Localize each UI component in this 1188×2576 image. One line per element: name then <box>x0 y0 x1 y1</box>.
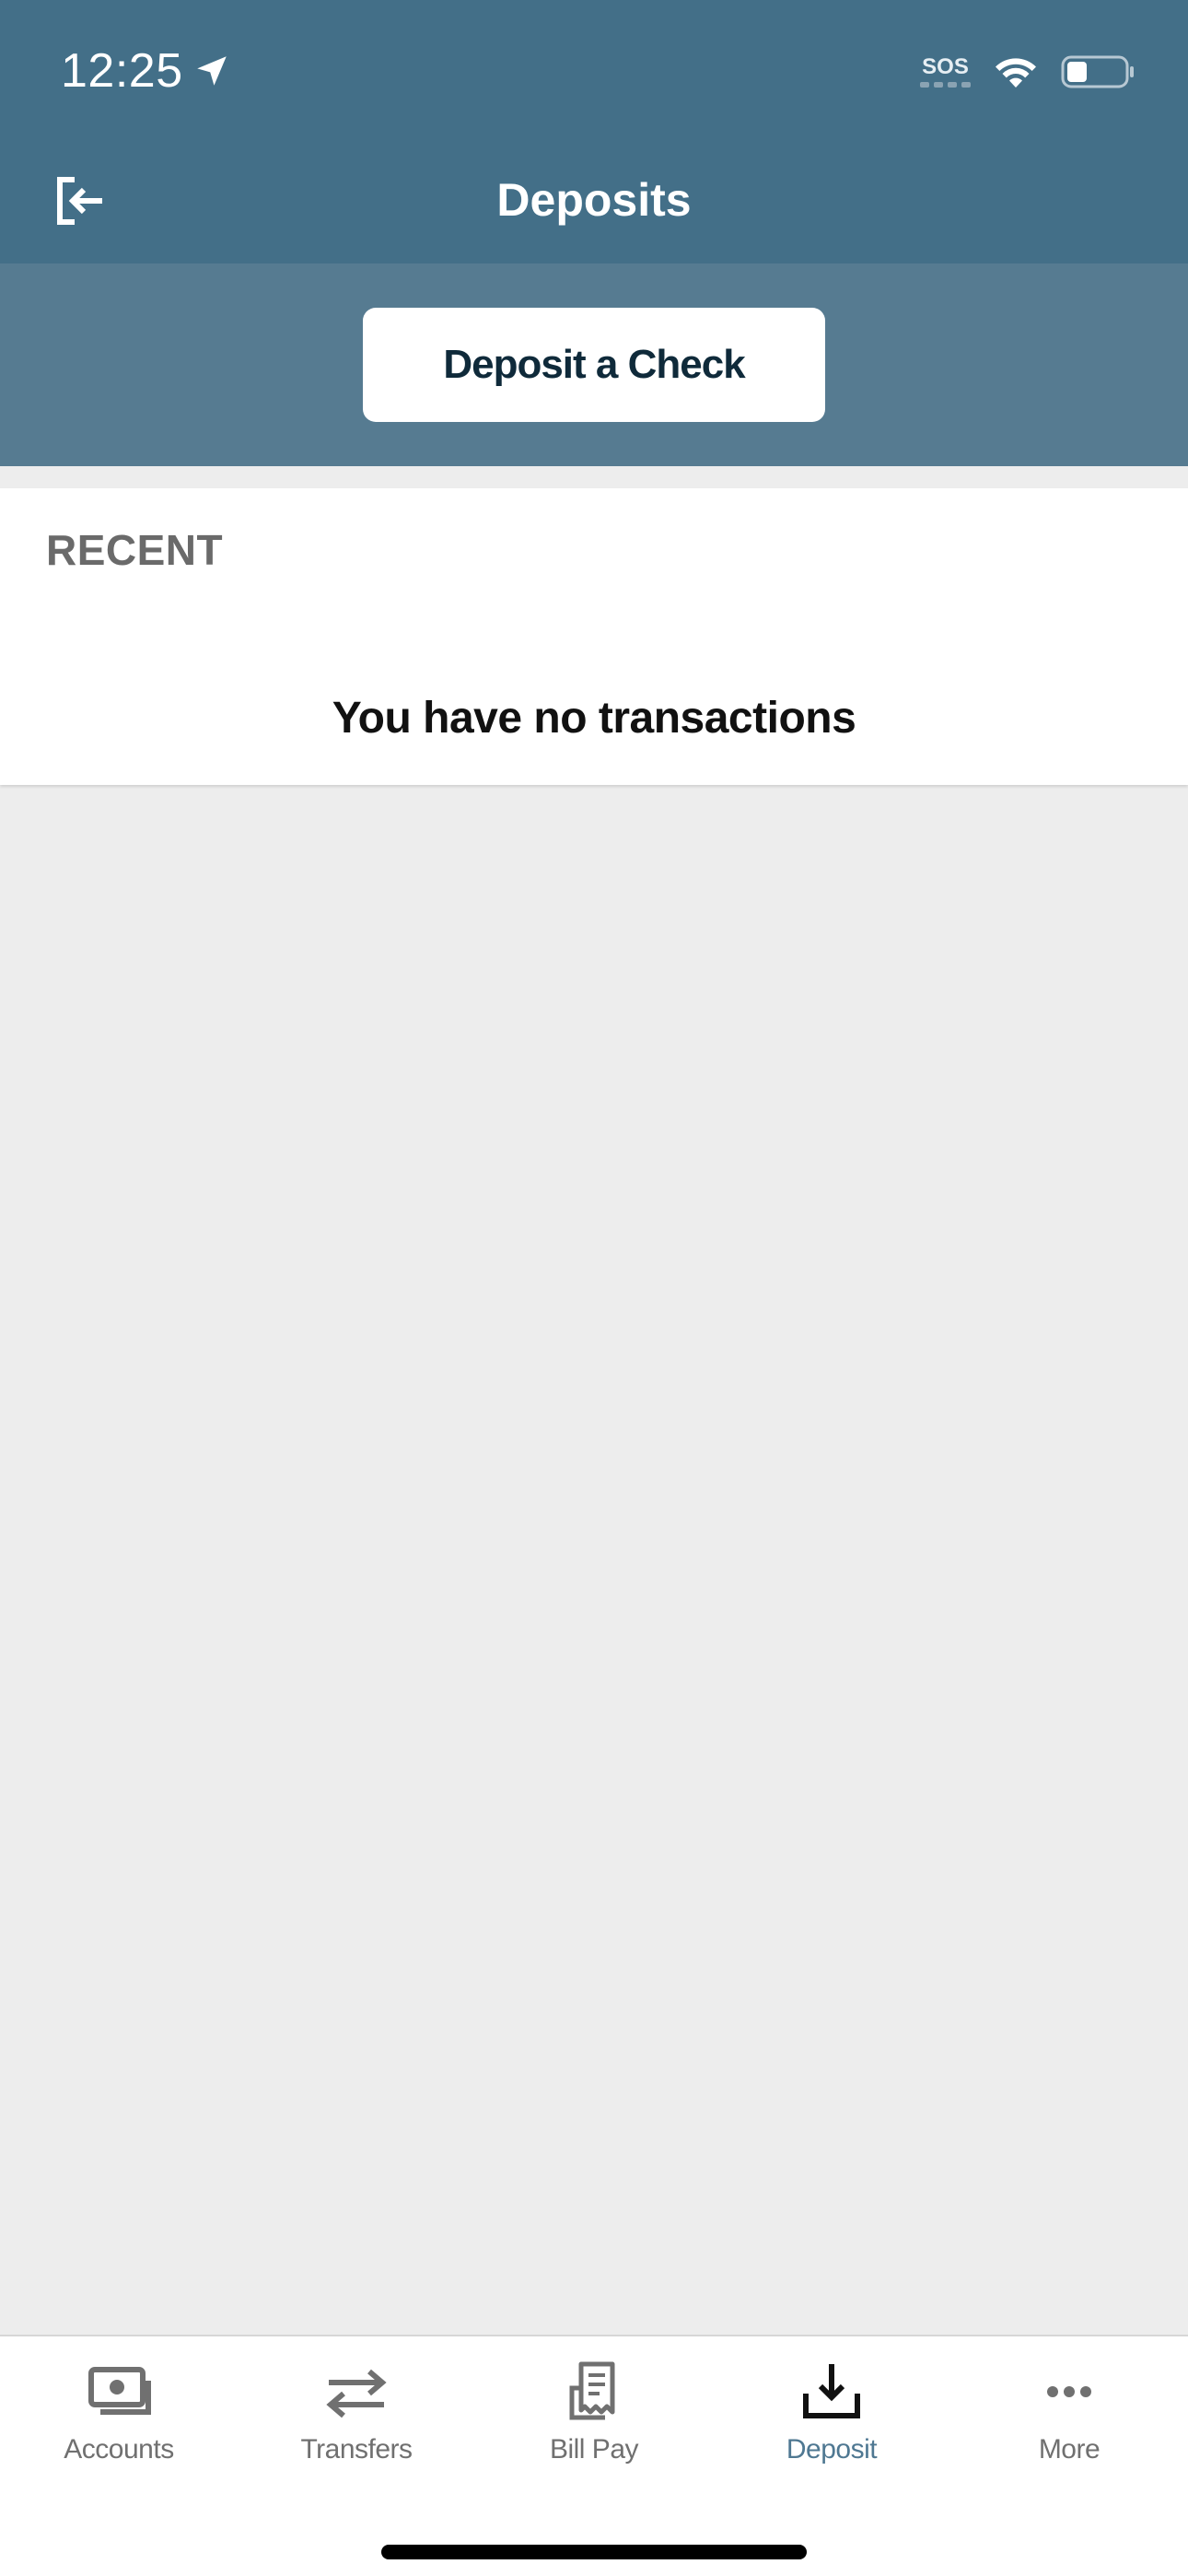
recent-heading: RECENT <box>46 526 224 574</box>
accounts-icon <box>88 2367 151 2415</box>
tab-bill-pay[interactable]: Bill Pay <box>475 2336 713 2475</box>
action-band: Deposit a Check <box>0 263 1188 466</box>
tab-transfers[interactable]: Transfers <box>238 2336 475 2475</box>
tab-label: More <box>1038 2434 1101 2465</box>
wifi-icon <box>996 58 1036 88</box>
sos-indicator: SOS <box>920 56 971 88</box>
tab-accounts[interactable]: Accounts <box>0 2336 238 2475</box>
deposit-check-button[interactable]: Deposit a Check <box>363 308 825 422</box>
tab-more[interactable]: More <box>950 2336 1188 2475</box>
status-bar: 12:25 SOS <box>0 0 1188 138</box>
app-header: 12:25 SOS Deposits <box>0 0 1188 263</box>
tab-label: Transfers <box>300 2434 413 2465</box>
bill-pay-icon <box>569 2361 615 2420</box>
tab-bar: Accounts Transfers Bill Pay Deposit More <box>0 2335 1188 2576</box>
deposit-icon <box>803 2364 860 2418</box>
location-arrow-icon <box>196 56 227 86</box>
recent-section: RECENT You have no transactions <box>0 488 1188 785</box>
tab-deposit[interactable]: Deposit <box>713 2336 950 2475</box>
status-time-group: 12:25 <box>61 41 231 101</box>
empty-transactions-message: You have no transactions <box>332 694 856 743</box>
home-indicator[interactable] <box>381 2545 807 2559</box>
tab-label: Bill Pay <box>549 2434 639 2465</box>
tab-label: Deposit <box>786 2434 878 2465</box>
status-time: 12:25 <box>61 44 183 98</box>
status-indicators: SOS <box>920 48 1136 96</box>
page-title: Deposits <box>496 174 692 226</box>
signal-dots-icon <box>920 82 971 88</box>
transfers-icon <box>326 2369 387 2418</box>
battery-icon <box>1061 55 1134 88</box>
sos-label: SOS <box>922 54 969 79</box>
more-icon <box>1047 2386 1091 2397</box>
tab-list: Accounts Transfers Bill Pay Deposit More <box>0 2336 1188 2475</box>
nav-bar: Deposits <box>0 138 1188 263</box>
tab-label: Accounts <box>64 2434 174 2465</box>
